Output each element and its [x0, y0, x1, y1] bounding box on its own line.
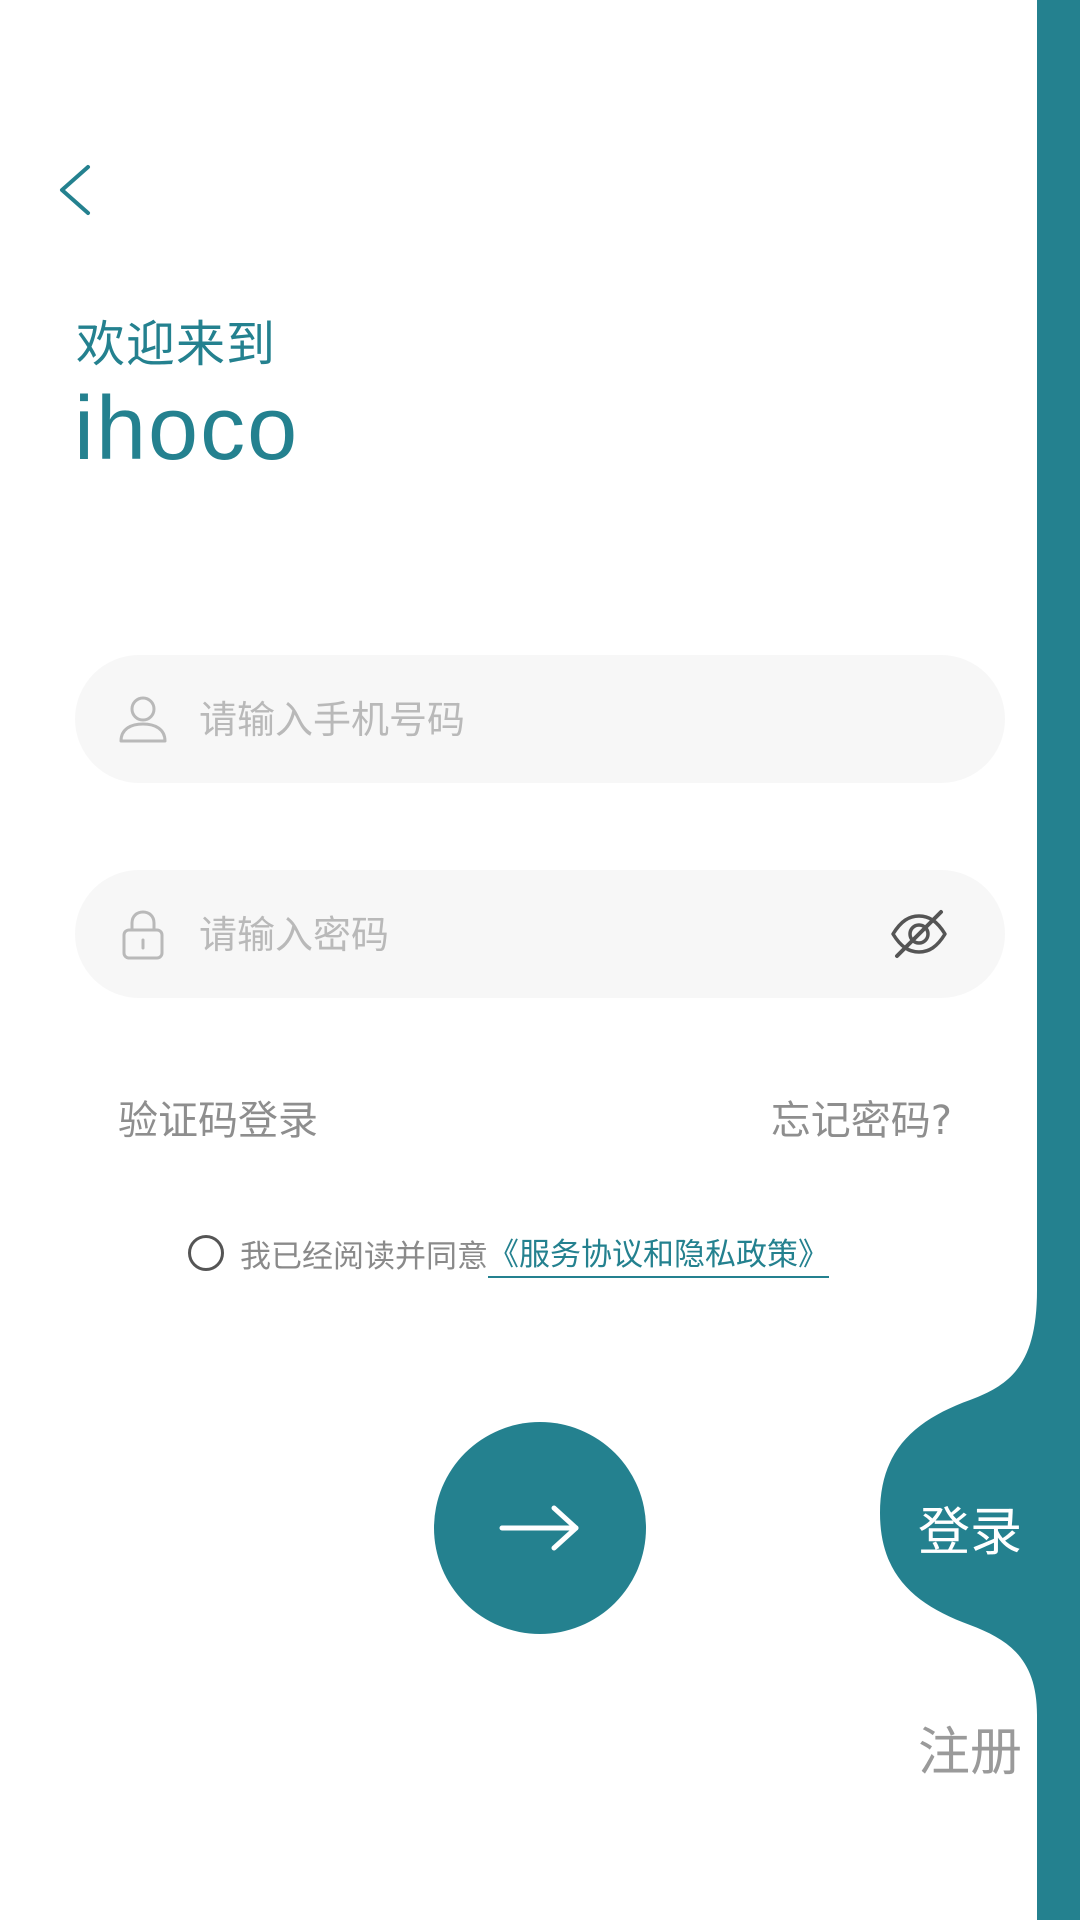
user-icon — [115, 691, 171, 747]
password-field — [75, 870, 1005, 998]
sms-code-login-link[interactable]: 验证码登录 — [118, 1088, 318, 1146]
tab-login[interactable]: 登录 — [918, 1490, 1022, 1565]
agreement-text: 我已经阅读并同意 — [240, 1238, 488, 1275]
arrow-right-icon — [499, 1505, 579, 1551]
agreement-policy-link[interactable]: 《服务协议和隐私政策》 — [488, 1229, 829, 1278]
app-name-title: ihoco — [74, 379, 300, 479]
forgot-password-link[interactable]: 忘记密码? — [771, 1088, 952, 1146]
login-screen: 欢迎来到 ihoco 验证码登录 — [0, 0, 1080, 1920]
lock-icon — [115, 906, 171, 962]
chevron-left-icon — [60, 165, 90, 215]
tab-register[interactable]: 注册 — [918, 1710, 1022, 1785]
phone-field — [75, 655, 1005, 783]
agreement-checkbox[interactable] — [188, 1235, 224, 1271]
password-input[interactable] — [197, 894, 841, 976]
submit-button[interactable] — [434, 1422, 646, 1634]
password-visibility-toggle[interactable] — [889, 906, 949, 962]
phone-input[interactable] — [197, 679, 841, 761]
welcome-text: 欢迎来到 — [76, 316, 277, 373]
agreement-row: 我已经阅读并同意 《服务协议和隐私政策》 — [188, 1228, 829, 1278]
eye-hidden-icon — [891, 910, 947, 958]
back-button[interactable] — [50, 155, 110, 225]
